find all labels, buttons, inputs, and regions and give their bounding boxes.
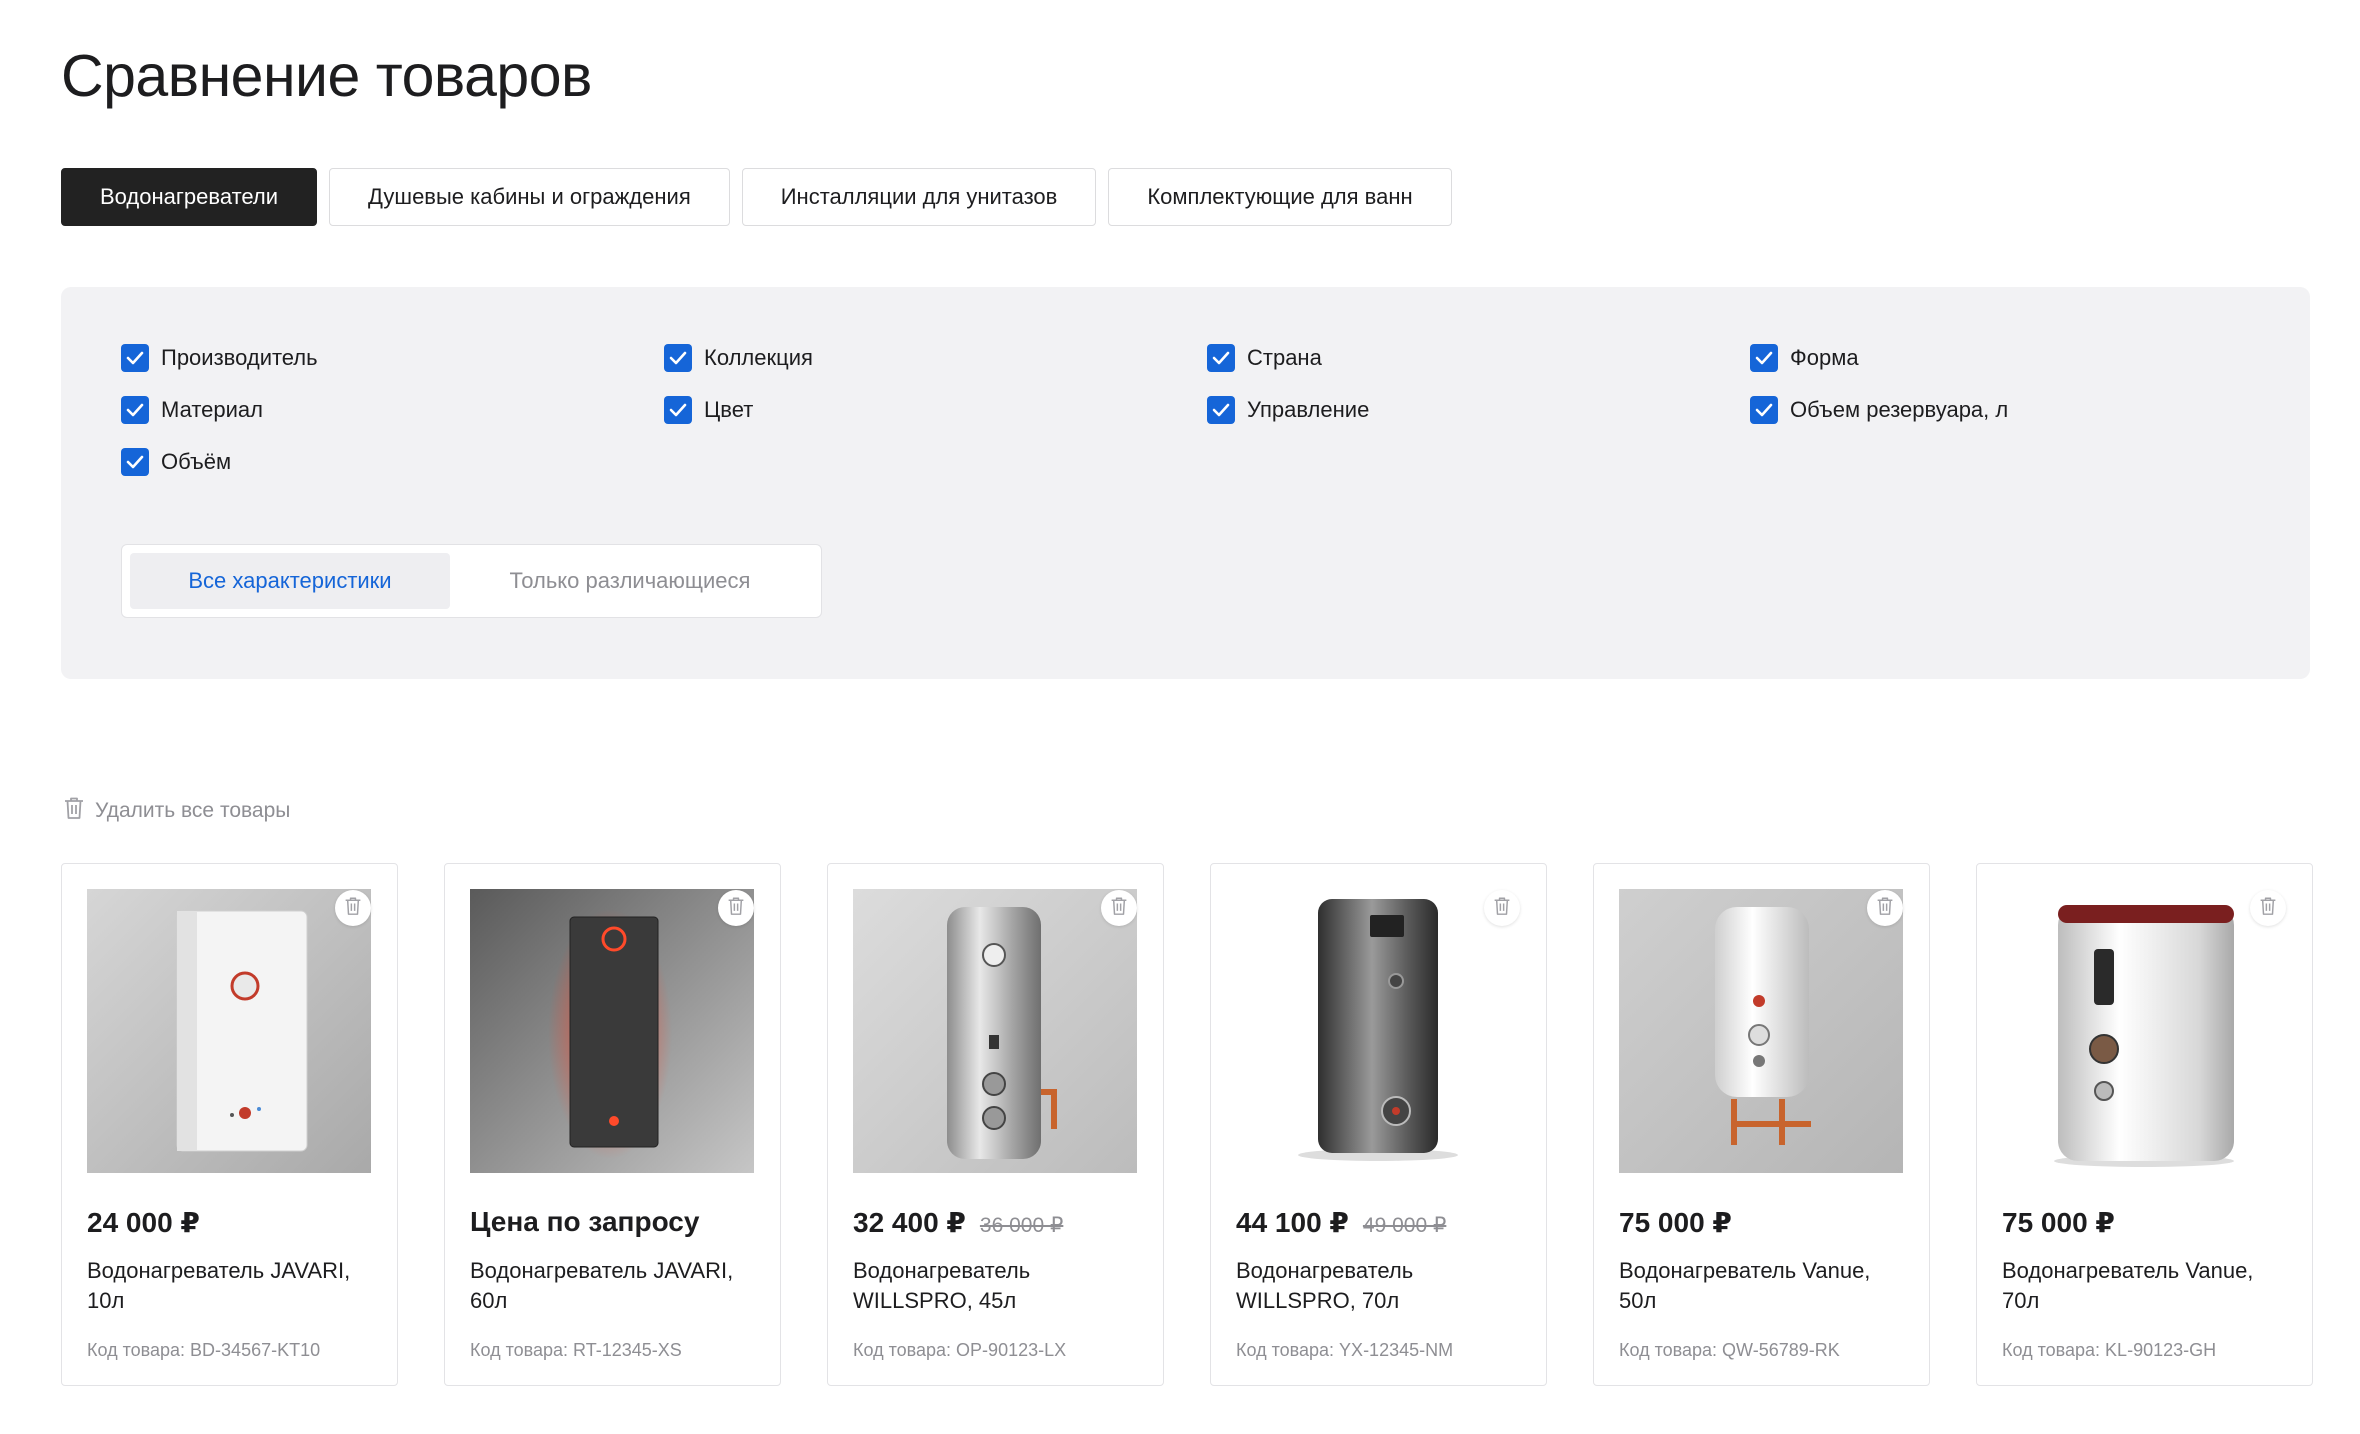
remove-product-button[interactable] [2250,890,2286,926]
checkbox-shape[interactable]: Форма [1750,343,2293,373]
product-card: 24 000 ₽ Водонагреватель JAVARI, 10л Код… [61,863,398,1386]
trash-icon [63,796,85,826]
all-characteristics-button[interactable]: Все характеристики [130,553,450,609]
page-title: Сравнение товаров [61,43,592,109]
checkbox-label: Производитель [161,345,318,370]
product-image-dark-heater[interactable] [470,889,754,1173]
only-differences-button[interactable]: Только различающиеся [450,553,810,609]
remove-all-button[interactable]: Удалить все товары [63,796,290,826]
product-price: 75 000 ₽ [2002,1207,2115,1238]
checkbox-material[interactable]: Материал [121,395,664,425]
product-image-white-heater[interactable] [87,889,371,1173]
remove-product-button[interactable] [1101,890,1137,926]
product-code: Код товара: RT-12345-XS [470,1340,682,1360]
remove-product-button[interactable] [1867,890,1903,926]
product-code: Код товара: QW-56789-RK [1619,1340,1840,1360]
product-card: Цена по запросу Водонагреватель JAVARI, … [444,863,781,1386]
view-mode-switch: Все характеристики Только различающиеся [121,544,822,618]
check-icon [121,448,149,476]
check-icon [1750,396,1778,424]
tab-water-heaters[interactable]: Водонагреватели [61,168,318,226]
product-name[interactable]: Водонагреватель WILLSPRO, 45л [853,1256,1143,1316]
price-row: 44 100 ₽ 49 000 ₽ [1236,1206,1446,1239]
checkbox-label: Материал [161,397,263,422]
product-card: 75 000 ₽ Водонагреватель Vanue, 70л Код … [1976,863,2313,1386]
product-code: Код товара: YX-12345-NM [1236,1340,1454,1360]
tab-bath-accessories[interactable]: Комплектующие для ванн [1108,168,1452,226]
checkbox-label: Коллекция [704,345,813,370]
product-card: 44 100 ₽ 49 000 ₽ Водонагреватель WILLSP… [1210,863,1547,1386]
price-row: 24 000 ₽ [87,1206,200,1239]
product-image-steel-cylinder-heater[interactable] [853,889,1137,1173]
category-tabs: Водонагреватели Душевые кабины и огражде… [61,168,1452,226]
product-name[interactable]: Водонагреватель JAVARI, 10л [87,1256,377,1316]
tab-shower-cabins[interactable]: Душевые кабины и ограждения [329,168,730,226]
trash-icon [1493,896,1511,921]
product-old-price: 36 000 ₽ [979,1214,1064,1237]
trash-icon [2259,896,2277,921]
product-price: 75 000 ₽ [1619,1207,1732,1238]
check-icon [121,344,149,372]
check-icon [1207,344,1235,372]
checkbox-manufacturer[interactable]: Производитель [121,343,664,373]
product-image-white-tank-heater[interactable] [2002,889,2286,1173]
trash-icon [1110,896,1128,921]
remove-product-button[interactable] [335,890,371,926]
checkbox-tank-volume[interactable]: Объем резервуара, л [1750,395,2293,425]
price-row: 75 000 ₽ [1619,1206,1732,1239]
product-image-white-cylinder-heater[interactable] [1619,889,1903,1173]
checkbox-volume[interactable]: Объём [121,447,664,477]
product-code: Код товара: BD-34567-KT10 [87,1340,321,1360]
product-name[interactable]: Водонагреватель Vanue, 50л [1619,1256,1909,1316]
product-card: 32 400 ₽ 36 000 ₽ Водонагреватель WILLSP… [827,863,1164,1386]
product-price: 24 000 ₽ [87,1207,200,1238]
product-old-price: 49 000 ₽ [1362,1214,1447,1237]
checkbox-color[interactable]: Цвет [664,395,1207,425]
price-row: 75 000 ₽ [2002,1206,2115,1239]
trash-icon [344,896,362,921]
price-row: 32 400 ₽ 36 000 ₽ [853,1206,1063,1239]
check-icon [664,344,692,372]
product-name[interactable]: Водонагреватель JAVARI, 60л [470,1256,760,1316]
product-cards: 24 000 ₽ Водонагреватель JAVARI, 10л Код… [61,863,2313,1386]
product-card: 75 000 ₽ Водонагреватель Vanue, 50л Код … [1593,863,1930,1386]
check-icon [664,396,692,424]
product-price: 44 100 ₽ [1236,1207,1349,1238]
checkbox-label: Объём [161,449,232,474]
checkbox-label: Страна [1247,345,1322,370]
product-price: 32 400 ₽ [853,1207,966,1238]
trash-icon [1876,896,1894,921]
remove-product-button[interactable] [1484,890,1520,926]
remove-all-label: Удалить все товары [95,799,291,822]
checkbox-label: Управление [1247,397,1370,422]
checkbox-country[interactable]: Страна [1207,343,1750,373]
product-name[interactable]: Водонагреватель WILLSPRO, 70л [1236,1256,1526,1316]
product-code: Код товара: KL-90123-GH [2002,1340,2217,1360]
checkbox-control[interactable]: Управление [1207,395,1750,425]
checkbox-label: Цвет [704,397,754,422]
product-image-dark-steel-heater[interactable] [1236,889,1520,1173]
product-name[interactable]: Водонагреватель Vanue, 70л [2002,1256,2292,1316]
check-icon [1750,344,1778,372]
checkbox-label: Форма [1790,345,1859,370]
product-price: Цена по запросу [470,1206,700,1237]
tab-toilet-installations[interactable]: Инсталляции для унитазов [741,168,1097,226]
check-icon [1207,396,1235,424]
price-row: Цена по запросу [470,1206,699,1238]
characteristics-checkbox-grid: Производитель Коллекция Страна Форма Мат… [121,343,2281,477]
characteristics-filter-panel: Производитель Коллекция Страна Форма Мат… [61,287,2310,679]
remove-product-button[interactable] [718,890,754,926]
checkbox-label: Объем резервуара, л [1790,397,2009,422]
checkbox-collection[interactable]: Коллекция [664,343,1207,373]
trash-icon [727,896,745,921]
product-code: Код товара: OP-90123-LX [853,1340,1067,1360]
check-icon [121,396,149,424]
